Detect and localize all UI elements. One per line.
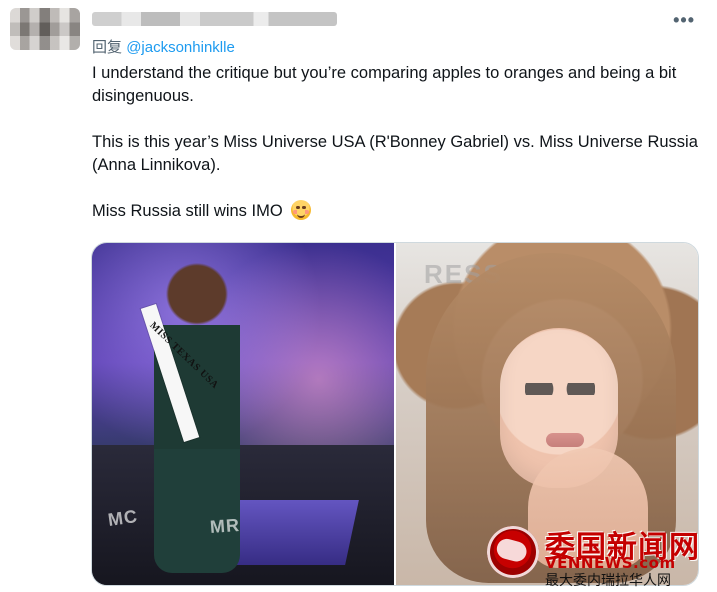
tweet-paragraph-2: This is this year’s Miss Universe USA (R…	[92, 133, 698, 174]
watermark-tagline: 最大委内瑞拉华人网	[545, 573, 671, 589]
reply-mention-link[interactable]: @jacksonhinklle	[126, 39, 235, 56]
tweet-paragraph-3-text: Miss Russia still wins IMO	[92, 202, 283, 220]
photo-left-stage-text-2: MR	[209, 514, 241, 538]
more-options-icon[interactable]: •••	[673, 10, 695, 31]
tweet-paragraph-3: Miss Russia still wins IMO	[92, 200, 702, 223]
watermark: 委国新闻网 VENNEWS.com 最大委内瑞拉华人网	[482, 520, 715, 590]
relieved-face-emoji-icon	[291, 200, 312, 220]
reply-prefix: 回复	[92, 39, 123, 56]
photo-right-eyes	[525, 383, 595, 395]
photo-right-lips	[546, 433, 584, 447]
photo-left-miss-usa[interactable]: MISS TEXAS USA MC MR	[92, 243, 394, 585]
user-avatar[interactable]	[10, 8, 80, 50]
reply-context: 回复 @jacksonhinklle	[92, 36, 235, 57]
photo-left-stage-text-1: MC	[106, 506, 140, 530]
blurred-username	[92, 12, 337, 26]
tweet-text: I understand the critique but you’re com…	[92, 62, 702, 223]
emoji-smile	[297, 212, 306, 218]
tweet-paragraph-1: I understand the critique but you’re com…	[92, 64, 677, 105]
watermark-logo-icon	[482, 521, 544, 583]
